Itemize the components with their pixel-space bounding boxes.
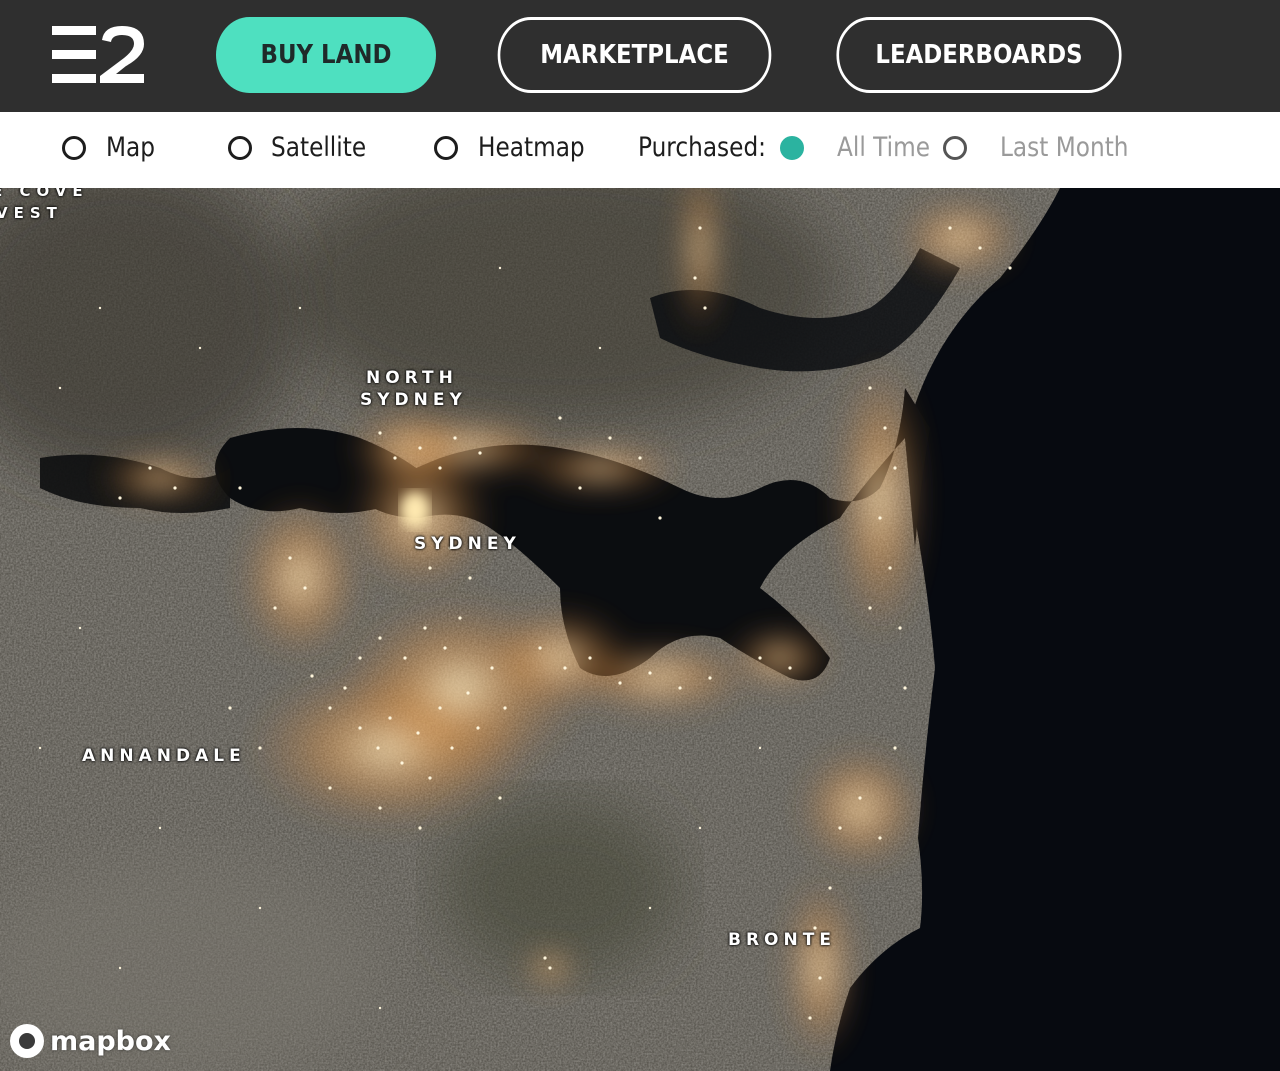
marketplace-button[interactable]: MARKETPLACE: [497, 17, 772, 93]
heatmap-map-canvas[interactable]: E COVE VEST NORTH SYDNEY SYDNEY ANNANDAL…: [0, 188, 1280, 1071]
last-month-label[interactable]: Last Month: [1000, 132, 1129, 163]
leaderboards-button[interactable]: LEADERBOARDS: [836, 17, 1122, 93]
map-label-north: NORTH: [366, 368, 458, 388]
mapbox-logo-icon: [10, 1024, 44, 1058]
map-filter-bar: Map Satellite Heatmap Purchased: All Tim…: [0, 112, 1280, 188]
map-label-sydney: SYDNEY: [414, 534, 521, 554]
satellite-heatmap-layer: [0, 188, 1280, 1071]
map-label-annandale: ANNANDALE: [82, 746, 246, 766]
map-radio-label[interactable]: Map: [106, 132, 155, 163]
mapbox-attribution[interactable]: mapbox: [10, 1024, 171, 1058]
buy-land-button[interactable]: BUY LAND: [216, 17, 436, 93]
map-radio[interactable]: [62, 136, 86, 160]
map-label-north-sydney: SYDNEY: [360, 390, 467, 410]
last-month-radio[interactable]: [943, 136, 967, 160]
purchased-label: Purchased:: [638, 132, 767, 163]
e2-logo[interactable]: [52, 26, 146, 84]
top-navigation-bar: BUY LAND MARKETPLACE LEADERBOARDS: [0, 0, 1280, 112]
all-time-radio[interactable]: [780, 136, 804, 160]
mapbox-attribution-text: mapbox: [50, 1025, 171, 1057]
heatmap-radio[interactable]: [434, 136, 458, 160]
map-label-bronte: BRONTE: [728, 930, 836, 950]
map-label-west: VEST: [0, 204, 63, 222]
map-label-cove: E COVE: [0, 188, 89, 200]
heatmap-radio-label[interactable]: Heatmap: [478, 132, 585, 163]
satellite-radio[interactable]: [228, 136, 252, 160]
satellite-radio-label[interactable]: Satellite: [271, 132, 366, 163]
all-time-label[interactable]: All Time: [837, 132, 930, 163]
